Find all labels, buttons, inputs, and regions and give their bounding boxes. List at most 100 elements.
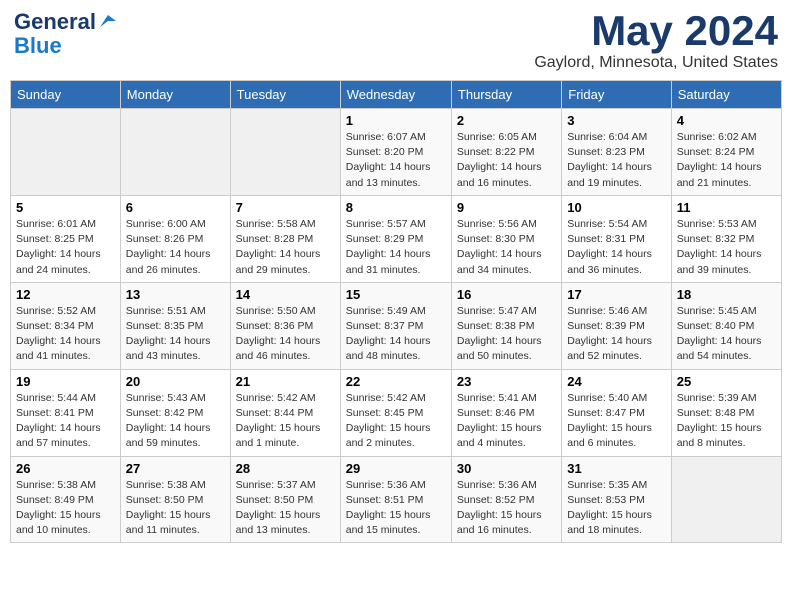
calendar-cell	[671, 456, 781, 543]
day-number: 2	[457, 113, 556, 128]
day-number: 10	[567, 200, 665, 215]
calendar-cell: 24 Sunrise: 5:40 AM Sunset: 8:47 PM Dayli…	[562, 369, 671, 456]
calendar-day-header: Thursday	[451, 81, 561, 109]
day-info: Sunrise: 5:42 AM Sunset: 8:45 PM Dayligh…	[346, 391, 446, 452]
day-number: 11	[677, 200, 776, 215]
calendar-cell	[11, 109, 121, 196]
calendar-cell: 27Sunrise: 5:38 AM Sunset: 8:50 PM Dayli…	[120, 456, 230, 543]
day-info: Sunrise: 5:36 AM Sunset: 8:52 PM Dayligh…	[457, 478, 556, 539]
day-number: 17	[567, 287, 665, 302]
calendar-week-row: 5 Sunrise: 6:01 AM Sunset: 8:25 PM Daylig…	[11, 195, 782, 282]
page-title: May 2024	[534, 10, 778, 52]
calendar-day-header: Friday	[562, 81, 671, 109]
calendar-day-header: Sunday	[11, 81, 121, 109]
calendar-cell: 2 Sunrise: 6:05 AM Sunset: 8:22 PM Daylig…	[451, 109, 561, 196]
day-info: Sunrise: 5:52 AM Sunset: 8:34 PM Dayligh…	[16, 304, 115, 365]
day-info: Sunrise: 5:58 AM Sunset: 8:28 PM Dayligh…	[236, 217, 335, 278]
logo-bird-icon	[98, 11, 116, 29]
day-number: 14	[236, 287, 335, 302]
day-number: 13	[126, 287, 225, 302]
calendar-day-header: Saturday	[671, 81, 781, 109]
day-info: Sunrise: 5:50 AM Sunset: 8:36 PM Dayligh…	[236, 304, 335, 365]
day-info: Sunrise: 5:37 AM Sunset: 8:50 PM Dayligh…	[236, 478, 335, 539]
calendar-day-header: Monday	[120, 81, 230, 109]
calendar-cell: 14 Sunrise: 5:50 AM Sunset: 8:36 PM Dayli…	[230, 282, 340, 369]
day-number: 8	[346, 200, 446, 215]
calendar-cell: 12 Sunrise: 5:52 AM Sunset: 8:34 PM Dayli…	[11, 282, 121, 369]
day-number: 5	[16, 200, 115, 215]
day-info: Sunrise: 5:57 AM Sunset: 8:29 PM Dayligh…	[346, 217, 446, 278]
day-info: Sunrise: 5:38 AM Sunset: 8:49 PM Dayligh…	[16, 478, 115, 539]
day-info: Sunrise: 5:47 AM Sunset: 8:38 PM Dayligh…	[457, 304, 556, 365]
calendar-cell: 25 Sunrise: 5:39 AM Sunset: 8:48 PM Dayli…	[671, 369, 781, 456]
calendar-cell: 8 Sunrise: 5:57 AM Sunset: 8:29 PM Daylig…	[340, 195, 451, 282]
calendar-cell: 29 Sunrise: 5:36 AM Sunset: 8:51 PM Dayli…	[340, 456, 451, 543]
day-number: 31	[567, 461, 665, 476]
day-number: 27	[126, 461, 225, 476]
day-number: 4	[677, 113, 776, 128]
day-info: Sunrise: 5:35 AM Sunset: 8:53 PM Dayligh…	[567, 478, 665, 539]
day-info: Sunrise: 6:04 AM Sunset: 8:23 PM Dayligh…	[567, 130, 665, 191]
day-number: 1	[346, 113, 446, 128]
calendar-cell: 22 Sunrise: 5:42 AM Sunset: 8:45 PM Dayli…	[340, 369, 451, 456]
day-info: Sunrise: 5:39 AM Sunset: 8:48 PM Dayligh…	[677, 391, 776, 452]
day-number: 3	[567, 113, 665, 128]
page-header: General Blue May 2024 Gaylord, Minnesota…	[10, 10, 782, 72]
calendar-cell	[230, 109, 340, 196]
day-info: Sunrise: 5:36 AM Sunset: 8:51 PM Dayligh…	[346, 478, 446, 539]
calendar-day-header: Tuesday	[230, 81, 340, 109]
calendar-cell: 21Sunrise: 5:42 AM Sunset: 8:44 PM Dayli…	[230, 369, 340, 456]
calendar-cell: 7 Sunrise: 5:58 AM Sunset: 8:28 PM Daylig…	[230, 195, 340, 282]
day-number: 29	[346, 461, 446, 476]
calendar-cell: 6Sunrise: 6:00 AM Sunset: 8:26 PM Daylig…	[120, 195, 230, 282]
calendar-cell: 28 Sunrise: 5:37 AM Sunset: 8:50 PM Dayli…	[230, 456, 340, 543]
day-number: 6	[126, 200, 225, 215]
calendar-cell: 4Sunrise: 6:02 AM Sunset: 8:24 PM Daylig…	[671, 109, 781, 196]
day-number: 19	[16, 374, 115, 389]
calendar-week-row: 12 Sunrise: 5:52 AM Sunset: 8:34 PM Dayli…	[11, 282, 782, 369]
day-info: Sunrise: 6:01 AM Sunset: 8:25 PM Dayligh…	[16, 217, 115, 278]
day-number: 25	[677, 374, 776, 389]
calendar-cell: 15Sunrise: 5:49 AM Sunset: 8:37 PM Dayli…	[340, 282, 451, 369]
calendar-header-row: SundayMondayTuesdayWednesdayThursdayFrid…	[11, 81, 782, 109]
logo-text-blue: Blue	[14, 34, 62, 58]
day-info: Sunrise: 5:46 AM Sunset: 8:39 PM Dayligh…	[567, 304, 665, 365]
calendar-cell: 3 Sunrise: 6:04 AM Sunset: 8:23 PM Daylig…	[562, 109, 671, 196]
calendar-cell: 31 Sunrise: 5:35 AM Sunset: 8:53 PM Dayli…	[562, 456, 671, 543]
day-number: 28	[236, 461, 335, 476]
day-info: Sunrise: 5:42 AM Sunset: 8:44 PM Dayligh…	[236, 391, 335, 452]
calendar-cell: 20Sunrise: 5:43 AM Sunset: 8:42 PM Dayli…	[120, 369, 230, 456]
day-number: 26	[16, 461, 115, 476]
day-info: Sunrise: 5:51 AM Sunset: 8:35 PM Dayligh…	[126, 304, 225, 365]
calendar-cell: 9 Sunrise: 5:56 AM Sunset: 8:30 PM Daylig…	[451, 195, 561, 282]
logo: General Blue	[14, 10, 116, 58]
day-info: Sunrise: 5:40 AM Sunset: 8:47 PM Dayligh…	[567, 391, 665, 452]
calendar-cell: 23Sunrise: 5:41 AM Sunset: 8:46 PM Dayli…	[451, 369, 561, 456]
calendar-table: SundayMondayTuesdayWednesdayThursdayFrid…	[10, 80, 782, 543]
day-info: Sunrise: 5:43 AM Sunset: 8:42 PM Dayligh…	[126, 391, 225, 452]
title-block: May 2024 Gaylord, Minnesota, United Stat…	[534, 10, 778, 72]
calendar-week-row: 19 Sunrise: 5:44 AM Sunset: 8:41 PM Dayli…	[11, 369, 782, 456]
calendar-cell: 1 Sunrise: 6:07 AM Sunset: 8:20 PM Daylig…	[340, 109, 451, 196]
day-info: Sunrise: 6:05 AM Sunset: 8:22 PM Dayligh…	[457, 130, 556, 191]
day-info: Sunrise: 5:53 AM Sunset: 8:32 PM Dayligh…	[677, 217, 776, 278]
day-info: Sunrise: 5:49 AM Sunset: 8:37 PM Dayligh…	[346, 304, 446, 365]
day-info: Sunrise: 5:44 AM Sunset: 8:41 PM Dayligh…	[16, 391, 115, 452]
day-number: 16	[457, 287, 556, 302]
calendar-cell: 17 Sunrise: 5:46 AM Sunset: 8:39 PM Dayli…	[562, 282, 671, 369]
day-number: 7	[236, 200, 335, 215]
calendar-cell: 26 Sunrise: 5:38 AM Sunset: 8:49 PM Dayli…	[11, 456, 121, 543]
day-number: 9	[457, 200, 556, 215]
day-number: 24	[567, 374, 665, 389]
day-number: 30	[457, 461, 556, 476]
day-info: Sunrise: 5:56 AM Sunset: 8:30 PM Dayligh…	[457, 217, 556, 278]
calendar-cell: 11 Sunrise: 5:53 AM Sunset: 8:32 PM Dayli…	[671, 195, 781, 282]
calendar-cell: 5 Sunrise: 6:01 AM Sunset: 8:25 PM Daylig…	[11, 195, 121, 282]
day-info: Sunrise: 6:07 AM Sunset: 8:20 PM Dayligh…	[346, 130, 446, 191]
calendar-cell: 19 Sunrise: 5:44 AM Sunset: 8:41 PM Dayli…	[11, 369, 121, 456]
day-info: Sunrise: 5:45 AM Sunset: 8:40 PM Dayligh…	[677, 304, 776, 365]
page-subtitle: Gaylord, Minnesota, United States	[534, 54, 778, 72]
calendar-cell: 13 Sunrise: 5:51 AM Sunset: 8:35 PM Dayli…	[120, 282, 230, 369]
day-number: 22	[346, 374, 446, 389]
day-number: 12	[16, 287, 115, 302]
